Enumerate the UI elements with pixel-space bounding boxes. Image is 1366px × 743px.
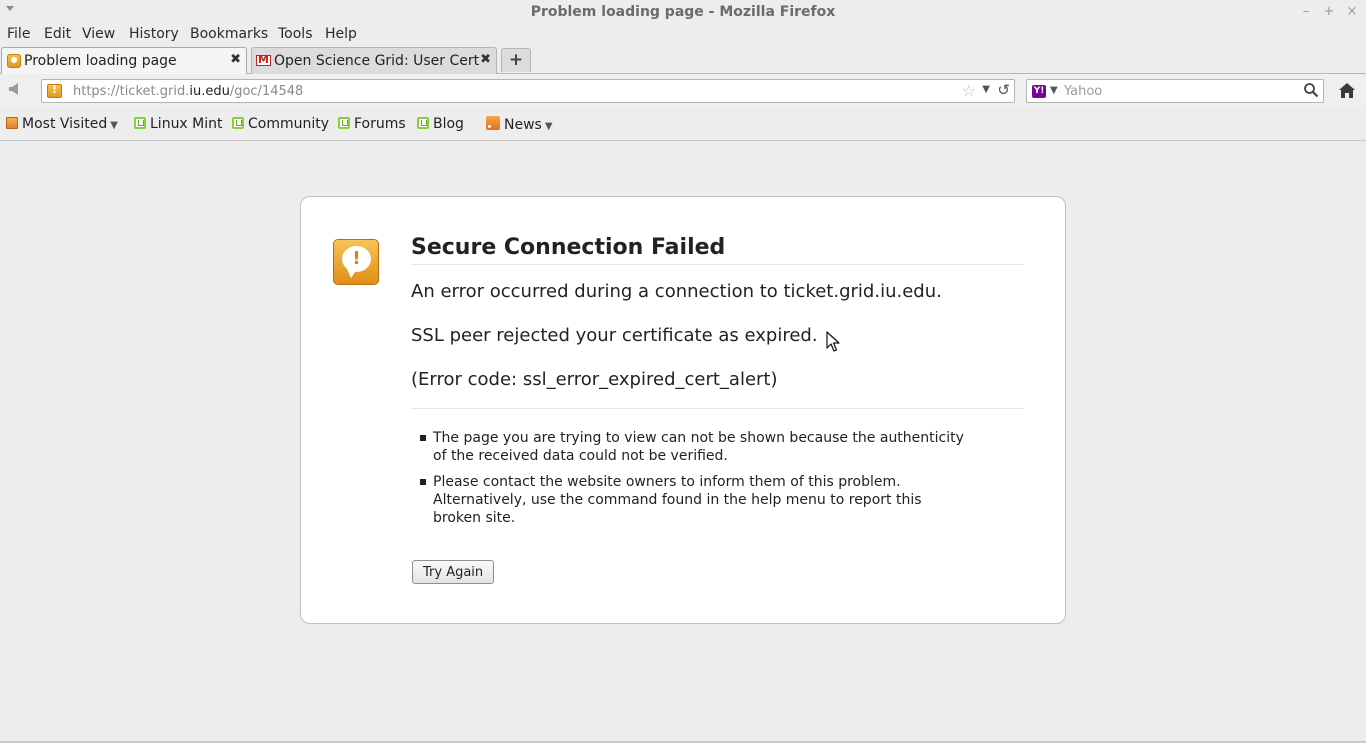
mint-icon [338, 117, 350, 129]
reload-icon[interactable]: ↺ [997, 81, 1010, 99]
navigation-toolbar: https://ticket.grid.iu.edu/goc/14548 ☆ ▼… [0, 74, 1366, 108]
bookmark-most-visited[interactable]: Most Visited ▼ [6, 116, 118, 132]
url-text[interactable]: https://ticket.grid.iu.edu/goc/14548 [73, 84, 303, 99]
window-titlebar: Problem loading page - Mozilla Firefox –… [0, 0, 1366, 24]
exclamation-glyph: ! [352, 248, 361, 269]
error-detail: SSL peer rejected your certificate as ex… [411, 325, 818, 346]
error-title: Secure Connection Failed [411, 235, 1024, 265]
tab-open-science-grid[interactable]: Open Science Grid: User Cert… ✖ [251, 47, 497, 74]
menu-file[interactable]: File [7, 26, 30, 42]
error-alert-icon: ! [333, 239, 379, 285]
bookmark-label: News [504, 117, 542, 133]
site-identity-warning-icon[interactable] [47, 83, 62, 98]
close-tab-icon[interactable]: ✖ [480, 52, 491, 67]
maximize-icon[interactable]: + [1321, 4, 1337, 19]
bookmark-community[interactable]: Community [232, 116, 329, 132]
folder-icon [6, 117, 18, 129]
bookmark-label: Linux Mint [150, 116, 223, 132]
chevron-down-icon: ▼ [544, 121, 553, 132]
try-again-button[interactable]: Try Again [412, 560, 495, 584]
tab-label: Problem loading page [24, 53, 177, 69]
page-content: ! Secure Connection Failed An error occu… [0, 142, 1366, 743]
bookmark-forums[interactable]: Forums [338, 116, 406, 132]
chevron-down-icon: ▼ [110, 120, 118, 131]
error-long-description: The page you are trying to view can not … [420, 429, 973, 535]
bookmark-blog[interactable]: Blog [417, 116, 464, 132]
tab-label: Open Science Grid: User Cert… [274, 53, 479, 69]
divider [411, 408, 1024, 409]
minimize-icon[interactable]: – [1298, 4, 1314, 19]
bookmark-label: Forums [354, 116, 406, 132]
bookmark-linux-mint[interactable]: Linux Mint [134, 116, 223, 132]
search-bar: Y! ▼ [1026, 79, 1324, 103]
error-description: An error occurred during a connection to… [411, 281, 942, 302]
rss-icon [486, 116, 500, 130]
warning-icon [7, 54, 21, 68]
bookmark-label: Blog [433, 116, 464, 132]
mouse-cursor-icon [826, 331, 840, 352]
menu-edit[interactable]: Edit [44, 26, 71, 42]
window-title: Problem loading page - Mozilla Firefox [530, 4, 836, 20]
list-item: Please contact the website owners to inf… [420, 473, 973, 527]
mint-icon [232, 117, 244, 129]
tab-strip: Problem loading page ✖ Open Science Grid… [0, 46, 1366, 75]
menu-bookmarks[interactable]: Bookmarks [190, 26, 268, 42]
mint-icon [134, 117, 146, 129]
yahoo-engine-icon[interactable]: Y! [1032, 85, 1046, 98]
close-tab-icon[interactable]: ✖ [230, 52, 241, 67]
new-tab-button[interactable]: + [501, 48, 531, 72]
back-arrow-icon[interactable] [9, 83, 18, 95]
search-icon[interactable] [1303, 82, 1319, 98]
search-input[interactable] [1064, 81, 1300, 101]
bookmark-label: Community [248, 116, 330, 132]
menu-bar: File Edit View History Bookmarks Tools H… [0, 24, 1366, 46]
mint-icon [417, 117, 429, 129]
menu-tools[interactable]: Tools [278, 26, 313, 42]
menu-help[interactable]: Help [325, 26, 357, 42]
gmail-icon [256, 53, 271, 66]
url-history-dropdown-icon[interactable]: ▼ [982, 84, 990, 95]
search-engine-dropdown-icon[interactable]: ▼ [1050, 85, 1058, 96]
menu-history[interactable]: History [129, 26, 179, 42]
speech-bubble-icon: ! [342, 246, 371, 278]
tab-problem-loading[interactable]: Problem loading page ✖ [1, 47, 247, 75]
bookmark-label: Most Visited [22, 116, 108, 132]
error-code: (Error code: ssl_error_expired_cert_aler… [411, 369, 778, 390]
url-bar[interactable]: https://ticket.grid.iu.edu/goc/14548 ☆ ▼… [41, 79, 1015, 103]
error-page-container: ! Secure Connection Failed An error occu… [300, 196, 1066, 624]
list-item: The page you are trying to view can not … [420, 429, 973, 465]
bookmark-news[interactable]: News ▼ [486, 116, 553, 133]
bookmarks-toolbar: Most Visited ▼ Linux Mint Community Forum… [0, 108, 1366, 141]
home-icon[interactable] [1338, 82, 1356, 100]
bookmark-star-icon[interactable]: ☆ [962, 81, 976, 100]
menu-view[interactable]: View [82, 26, 115, 42]
close-window-icon[interactable]: × [1344, 4, 1360, 19]
